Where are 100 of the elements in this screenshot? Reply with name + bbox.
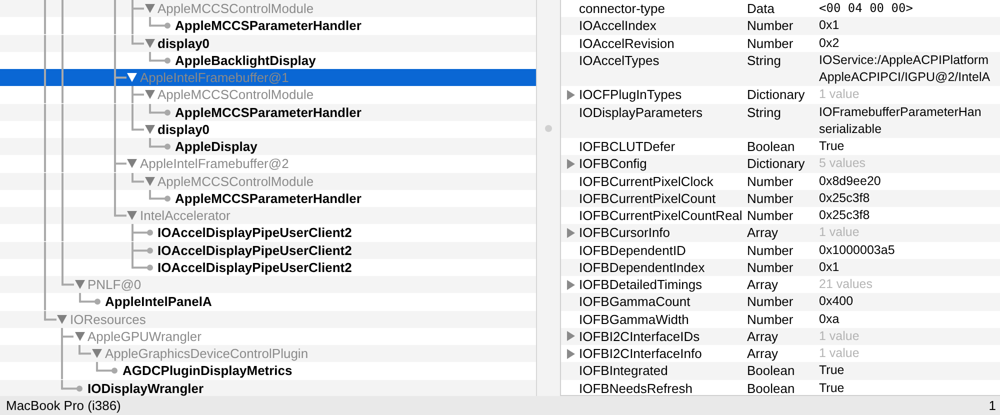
property-key: IOFBCurrentPixelCountReal — [579, 207, 742, 224]
disclosure-triangle-icon[interactable] — [144, 38, 154, 48]
property-type: Boolean — [747, 138, 796, 156]
disclosure-triangle-icon[interactable] — [567, 280, 575, 290]
tree-item-label: AGDCPluginDisplayMetrics — [122, 362, 292, 380]
property-value: 21 values — [819, 276, 874, 293]
property-value: 0x25c3f8 — [819, 207, 871, 224]
property-key: IOFBNeedsRefresh — [579, 380, 692, 395]
property-value: 1 value — [819, 328, 860, 345]
property-type: Boolean — [747, 362, 796, 380]
property-type: Number — [747, 34, 794, 52]
tree-item-label: IntelAccelerator — [140, 207, 230, 224]
tree-item-label: AppleMCCSControlModule — [158, 172, 314, 190]
property-key: IOFBIntegrated — [579, 362, 668, 380]
tree-row[interactable]: AppleMCCSParameterHandler — [0, 104, 536, 121]
property-key: IOAccelIndex — [579, 17, 656, 34]
property-key: IOFBCurrentPixelClock — [579, 172, 714, 190]
disclosure-triangle-icon[interactable] — [144, 4, 154, 14]
property-type: Number — [747, 207, 794, 224]
splitter-handle[interactable] — [545, 125, 552, 132]
disclosure-triangle-icon[interactable] — [567, 228, 575, 238]
property-value: 1 value — [819, 345, 860, 362]
tree-item-label: AppleMCCSParameterHandler — [175, 104, 362, 121]
property-type: Number — [747, 172, 794, 190]
tree-item-label: AppleMCCSParameterHandler — [175, 17, 362, 34]
property-value: IOService:/AppleACPIPlatform AppleACPIPCI/IGPU@2/IntelA — [819, 52, 992, 86]
tree-row[interactable]: IOAccelDisplayPipeUserClient2 — [0, 224, 536, 242]
property-value: IOFramebufferParameterHan serializable — [819, 104, 982, 138]
property-value: 0x1 — [819, 258, 840, 276]
property-type: Data — [747, 0, 776, 18]
disclosure-triangle-icon[interactable] — [127, 211, 137, 220]
property-key: IOFBDependentIndex — [579, 258, 705, 276]
property-value: 0x2 — [819, 34, 840, 52]
tree-row[interactable]: IOAccelDisplayPipeUserClient2 — [0, 258, 536, 276]
tree-item-label: AppleDisplay — [175, 138, 258, 156]
tree-row[interactable]: display0 — [0, 34, 536, 52]
tree-item-label: AppleMCCSControlModule — [158, 86, 314, 104]
property-key: IOAccelRevision — [579, 34, 674, 52]
tree-item-label: AppleMCCSControlModule — [158, 0, 314, 18]
status-text: 1 — [988, 396, 996, 415]
property-key: IOFBDependentID — [579, 242, 686, 259]
property-type: Array — [747, 328, 780, 345]
tree-row[interactable]: AppleDisplay — [0, 138, 536, 156]
property-value: 0x400 — [819, 293, 854, 310]
property-type: Number — [747, 242, 794, 259]
property-value: 1 value — [819, 86, 860, 104]
property-key: connector-type — [579, 0, 665, 18]
disclosure-triangle-icon[interactable] — [567, 331, 575, 342]
tree-row[interactable]: AppleIntelPanelA — [0, 293, 536, 310]
tree-item-label: AppleIntelFramebuffer@1 — [140, 69, 289, 86]
property-value: 0xa — [819, 310, 840, 328]
tree-item-label: AppleIntelPanelA — [105, 293, 212, 310]
tree-item-label: PNLF@0 — [88, 276, 142, 294]
tree-row[interactable]: display0 — [0, 120, 536, 138]
tree-item-label: AppleGraphicsDeviceControlPlugin — [105, 345, 308, 362]
property-type: Number — [747, 17, 794, 34]
property-key: IOFBI2CInterfaceIDs — [579, 328, 700, 345]
tree-row[interactable]: AppleBacklightDisplay — [0, 52, 536, 69]
property-type: Dictionary — [747, 155, 806, 172]
property-value: 0x8d9ee20 — [819, 172, 882, 190]
tree-row[interactable]: AGDCPluginDisplayMetrics — [0, 362, 536, 380]
property-value: True — [819, 138, 846, 155]
property-key: IOFBDetailedTimings — [579, 276, 702, 294]
property-type: Number — [747, 258, 794, 276]
disclosure-triangle-icon[interactable] — [567, 90, 575, 100]
disclosure-triangle-icon[interactable] — [144, 124, 154, 134]
tree-item-label: IOAccelDisplayPipeUserClient2 — [158, 242, 352, 259]
disclosure-triangle-icon[interactable] — [567, 158, 575, 169]
property-type: Number — [747, 293, 794, 310]
property-key: IOFBCurrentPixelCount — [579, 190, 716, 207]
property-type: Number — [747, 190, 794, 207]
property-value: 0x25c3f8 — [819, 190, 871, 207]
property-type: Array — [747, 224, 780, 242]
property-key: IOFBCLUTDefer — [579, 138, 676, 156]
tree-item-label: IOResources — [70, 310, 146, 328]
property-type: Boolean — [747, 380, 796, 395]
property-value: 0x1000003a5 — [819, 242, 896, 258]
disclosure-triangle-icon[interactable] — [74, 280, 84, 290]
tree-row[interactable]: AppleMCCSParameterHandler — [0, 17, 536, 34]
property-key: IOFBGammaWidth — [579, 310, 689, 328]
property-type: Array — [747, 276, 780, 294]
machine-name: MacBook Pro (i386) — [6, 396, 121, 415]
property-value: True — [819, 362, 846, 380]
property-key: IOCFPlugInTypes — [579, 86, 682, 104]
property-key: IOFBI2CInterfaceInfo — [579, 345, 702, 362]
property-type: String — [747, 52, 782, 70]
property-key: IOFBGammaCount — [579, 293, 690, 310]
property-value: 0x1 — [819, 17, 840, 34]
disclosure-triangle-icon[interactable] — [567, 348, 575, 359]
tree-row[interactable]: IOAccelDisplayPipeUserClient2 — [0, 242, 536, 259]
tree-item-label: AppleGPUWrangler — [88, 328, 202, 345]
tree-row[interactable]: IODisplayWrangler — [0, 380, 536, 396]
property-key: IOAccelTypes — [579, 52, 660, 69]
property-value: True — [819, 380, 846, 395]
property-key: IOFBCursorInfo — [579, 224, 670, 242]
tree-item-label: AppleBacklightDisplay — [175, 52, 316, 69]
property-key: IODisplayParameters — [579, 104, 703, 121]
tree-item-label: AppleMCCSParameterHandler — [175, 190, 362, 207]
property-type: String — [747, 104, 782, 122]
tree-row[interactable]: AppleMCCSParameterHandler — [0, 190, 536, 207]
